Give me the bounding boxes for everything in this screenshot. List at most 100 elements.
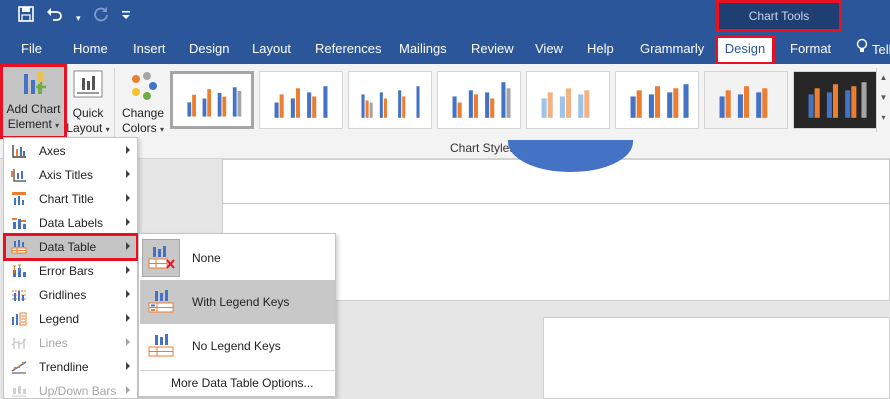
tab-layout[interactable]: Layout <box>248 36 295 64</box>
chevron-down-icon: ▾ <box>55 121 60 130</box>
submenu-item-label: With Legend Keys <box>192 295 290 309</box>
chevron-right-icon <box>126 194 130 202</box>
chart-title-icon <box>12 192 26 205</box>
menu-item-label: Gridlines <box>39 288 87 302</box>
menu-item-chart-title[interactable]: Chart Title <box>5 187 137 211</box>
menu-item-legend[interactable]: Legend <box>5 307 137 331</box>
chart-style-1[interactable] <box>170 71 254 129</box>
data-table-none-icon <box>142 239 180 277</box>
tab-review[interactable]: Review <box>467 36 518 64</box>
tab-tell-me[interactable]: Tell <box>852 36 890 64</box>
tab-references[interactable]: References <box>311 36 385 64</box>
tab-file[interactable]: File <box>17 36 46 64</box>
submenu-item-with-legend-keys[interactable]: With Legend Keys <box>140 280 335 324</box>
chart-style-6[interactable] <box>615 71 699 129</box>
lightbulb-icon <box>856 37 868 63</box>
chart-styles-group-label: Chart Styles <box>450 141 516 155</box>
quick-layout-icon <box>66 70 110 104</box>
chevron-right-icon <box>126 242 130 250</box>
quick-access-toolbar: ▾ <box>18 6 131 29</box>
menu-item-label: Lines <box>39 336 68 350</box>
axis-titles-icon <box>11 169 26 182</box>
menu-item-label: Legend <box>39 312 80 326</box>
tab-insert[interactable]: Insert <box>129 36 170 64</box>
add-chart-element-button[interactable]: Add Chart Element ▾ <box>0 64 67 139</box>
menu-item-label: Axes <box>39 144 66 158</box>
add-chart-element-label-1: Add Chart <box>6 102 61 116</box>
change-colors-label-2: Colors <box>121 121 157 135</box>
gridlines-icon <box>12 290 26 301</box>
tab-help[interactable]: Help <box>583 36 618 64</box>
chart-area-frame[interactable] <box>222 159 890 204</box>
change-colors-button[interactable]: Change Colors ▾ <box>118 66 168 137</box>
tell-me-label: Tell <box>872 42 890 57</box>
submenu-item-none[interactable]: None <box>140 236 335 280</box>
title-bar: ▾ Chart Tools <box>0 0 890 36</box>
undo-dropdown-icon[interactable]: ▾ <box>76 7 81 29</box>
menu-item-label: Chart Title <box>39 192 94 206</box>
submenu-item-label: None <box>192 251 221 265</box>
data-table-with-legend-keys-icon <box>142 283 180 321</box>
chevron-right-icon <box>126 386 130 394</box>
tab-design[interactable]: Design <box>185 36 233 64</box>
error-bars-icon <box>13 264 26 277</box>
tab-home[interactable]: Home <box>69 36 112 64</box>
chart-style-5[interactable] <box>526 71 610 129</box>
undo-icon[interactable] <box>46 6 64 29</box>
menu-item-data-labels[interactable]: Data Labels <box>5 211 137 235</box>
chevron-right-icon <box>126 170 130 178</box>
chevron-right-icon <box>126 146 130 154</box>
tab-chart-design[interactable]: Design <box>715 35 775 65</box>
chevron-down-icon[interactable]: ▼ <box>877 88 890 108</box>
menu-item-gridlines[interactable]: Gridlines <box>5 283 137 307</box>
data-table-no-legend-keys-icon <box>142 327 180 365</box>
save-icon[interactable] <box>18 6 34 29</box>
gallery-scroll[interactable]: ▲ ▼ ▾ <box>876 68 890 132</box>
chart-styles-gallery <box>170 68 877 132</box>
redo-icon <box>93 6 109 29</box>
tab-view[interactable]: View <box>531 36 567 64</box>
menu-item-lines: Lines <box>5 331 137 355</box>
chart-style-4[interactable] <box>437 71 521 129</box>
ribbon-tab-row: File Home Insert Design Layout Reference… <box>0 35 890 100</box>
menu-item-label: Trendline <box>39 360 89 374</box>
chart-style-7[interactable] <box>704 71 788 129</box>
tab-grammarly[interactable]: Grammarly <box>636 36 708 64</box>
add-chart-element-icon <box>2 70 65 100</box>
change-colors-label-1: Change <box>121 106 165 120</box>
add-chart-element-menu: Axes Axis Titles Chart Title Data Labels… <box>3 137 139 399</box>
up-down-bars-icon <box>12 386 26 397</box>
add-chart-element-label-2: Element <box>7 117 52 131</box>
color-palette-icon <box>118 70 168 104</box>
menu-item-data-table[interactable]: Data Table <box>3 233 139 261</box>
menu-item-label: Data Table <box>39 240 97 254</box>
data-table-submenu: None With Legend Keys No Legend Keys Mor… <box>138 233 336 397</box>
chevron-down-icon: ▾ <box>105 125 110 134</box>
chart-style-2[interactable] <box>259 71 343 129</box>
submenu-item-no-legend-keys[interactable]: No Legend Keys <box>140 324 335 368</box>
more-data-table-options[interactable]: More Data Table Options... <box>140 370 335 394</box>
menu-item-trendline[interactable]: Trendline <box>5 355 137 379</box>
document-page-2[interactable] <box>543 317 890 399</box>
tab-mailings[interactable]: Mailings <box>395 36 451 64</box>
data-table-icon <box>11 240 27 254</box>
chevron-right-icon <box>126 290 130 298</box>
data-labels-icon <box>12 218 26 229</box>
menu-item-axis-titles[interactable]: Axis Titles <box>5 163 137 187</box>
chevron-right-icon <box>126 338 130 346</box>
chevron-right-icon <box>126 362 130 370</box>
submenu-item-label: No Legend Keys <box>192 339 281 353</box>
gallery-more-icon[interactable]: ▾ <box>877 108 890 128</box>
menu-item-axes[interactable]: Axes <box>5 139 137 163</box>
menu-item-up-down-bars: Up/Down Bars <box>5 379 137 399</box>
customize-qat-icon[interactable] <box>121 7 131 29</box>
chart-style-3[interactable] <box>348 71 432 129</box>
menu-item-label: Error Bars <box>39 264 94 278</box>
menu-item-label: Axis Titles <box>39 168 94 182</box>
quick-layout-button[interactable]: Quick Layout ▾ <box>66 66 110 137</box>
quick-layout-label-1: Quick <box>72 106 104 120</box>
chart-style-8[interactable] <box>793 71 877 129</box>
menu-item-error-bars[interactable]: Error Bars <box>5 259 137 283</box>
chevron-up-icon[interactable]: ▲ <box>877 68 890 88</box>
tab-chart-format[interactable]: Format <box>786 36 835 64</box>
